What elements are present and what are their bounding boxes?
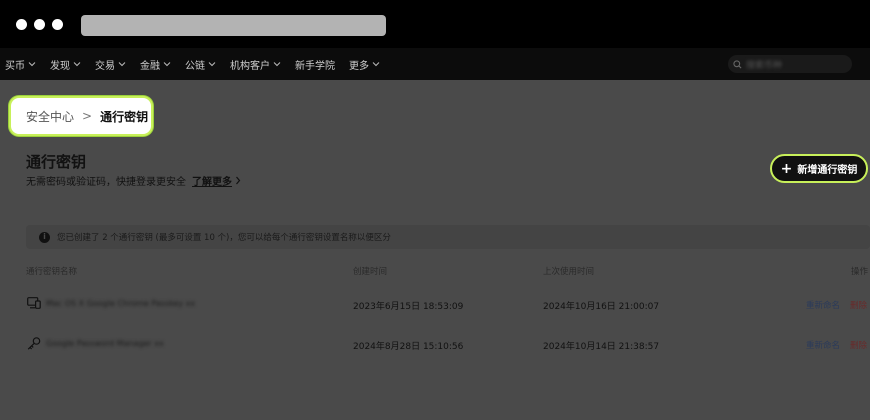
column-header-created: 创建时间 xyxy=(353,267,388,277)
nav-item-academy[interactable]: 新手学院 xyxy=(295,57,335,72)
nav-item-finance[interactable]: 金融 xyxy=(140,57,171,72)
nav-item-label: 更多 xyxy=(349,60,369,72)
window-minimize-dot[interactable] xyxy=(34,19,45,30)
nav-item-institutional[interactable]: 机构客户 xyxy=(230,57,281,72)
chevron-down-icon xyxy=(118,61,126,67)
subtitle-text: 无需密码或验证码，快捷登录更安全 xyxy=(26,177,186,188)
browser-titlebar xyxy=(0,0,870,48)
learn-more-link[interactable]: 了解更多 xyxy=(192,173,232,188)
info-icon: i xyxy=(39,231,50,243)
created-time: 2024年8月28日 15:10:56 xyxy=(353,342,464,352)
nav-item-label: 交易 xyxy=(95,60,115,72)
search-placeholder: 搜索币种 xyxy=(746,60,783,71)
page-subtitle: 无需密码或验证码，快捷登录更安全 了解更多 xyxy=(26,173,241,188)
nav-item-label: 买币 xyxy=(5,60,25,72)
breadcrumb-current: 通行密钥 xyxy=(100,109,149,124)
nav-item-label: 发现 xyxy=(50,60,70,72)
chevron-right-icon xyxy=(235,176,241,185)
nav-item-label: 公链 xyxy=(185,60,205,72)
device-icon xyxy=(27,297,41,309)
last-used-time: 2024年10月14日 21:38:57 xyxy=(543,342,660,352)
chevron-down-icon xyxy=(208,61,216,67)
window-close-dot[interactable] xyxy=(16,19,27,30)
chevron-down-icon xyxy=(372,61,380,67)
delete-button[interactable]: 删除 xyxy=(850,339,867,351)
nav-item-label: 金融 xyxy=(140,60,160,72)
nav-item-label: 新手学院 xyxy=(295,60,335,72)
add-passkey-button[interactable]: + 新增通行密钥 xyxy=(770,154,868,183)
created-time: 2023年6月15日 18:53:09 xyxy=(353,302,464,312)
nav-item-label: 机构客户 xyxy=(230,60,270,72)
breadcrumb-parent-link[interactable]: 安全中心 xyxy=(26,108,74,125)
column-header-name: 通行密钥名称 xyxy=(26,267,78,277)
nav-item-chain[interactable]: 公链 xyxy=(185,57,216,72)
breadcrumb: 安全中心 > 通行密钥 xyxy=(9,96,153,136)
last-used-time: 2024年10月16日 21:00:07 xyxy=(543,302,660,312)
search-icon xyxy=(733,59,742,69)
add-passkey-label: 新增通行密钥 xyxy=(797,165,858,176)
chevron-down-icon xyxy=(28,61,36,67)
nav-item-more[interactable]: 更多 xyxy=(349,57,380,72)
nav-item-buy[interactable]: 买币 xyxy=(5,57,36,72)
nav-item-trade[interactable]: 交易 xyxy=(95,57,126,72)
key-icon xyxy=(27,337,41,350)
page-title: 通行密钥 xyxy=(26,153,87,171)
address-bar[interactable] xyxy=(81,15,386,36)
chevron-down-icon xyxy=(273,61,281,67)
column-header-last-used: 上次使用时间 xyxy=(543,267,595,277)
column-header-actions: 操作 xyxy=(851,267,869,277)
rename-button[interactable]: 重新命名 xyxy=(806,339,840,351)
chevron-down-icon xyxy=(163,61,171,67)
breadcrumb-separator: > xyxy=(82,109,93,123)
top-navigation: 买币 发现 交易 金融 公链 机构客户 新手学院 更多 搜索币种 xyxy=(0,48,870,80)
nav-item-discover[interactable]: 发现 xyxy=(50,57,81,72)
passkey-name: Google Password Manager xx xyxy=(46,339,164,348)
passkey-name: Mac OS X Google Chrome Passkey xx xyxy=(46,299,196,308)
chevron-down-icon xyxy=(73,61,81,67)
passkey-count-notice: i 您已创建了 2 个通行密钥 (最多可设置 10 个)，您可以给每个通行密钥设… xyxy=(26,225,870,249)
rename-button[interactable]: 重新命名 xyxy=(806,299,840,311)
window-maximize-dot[interactable] xyxy=(52,19,63,30)
nav-search[interactable]: 搜索币种 xyxy=(728,55,852,73)
plus-icon: + xyxy=(780,160,793,177)
notice-text: 您已创建了 2 个通行密钥 (最多可设置 10 个)，您可以给每个通行密钥设置名… xyxy=(57,233,391,243)
delete-button[interactable]: 删除 xyxy=(850,299,867,311)
